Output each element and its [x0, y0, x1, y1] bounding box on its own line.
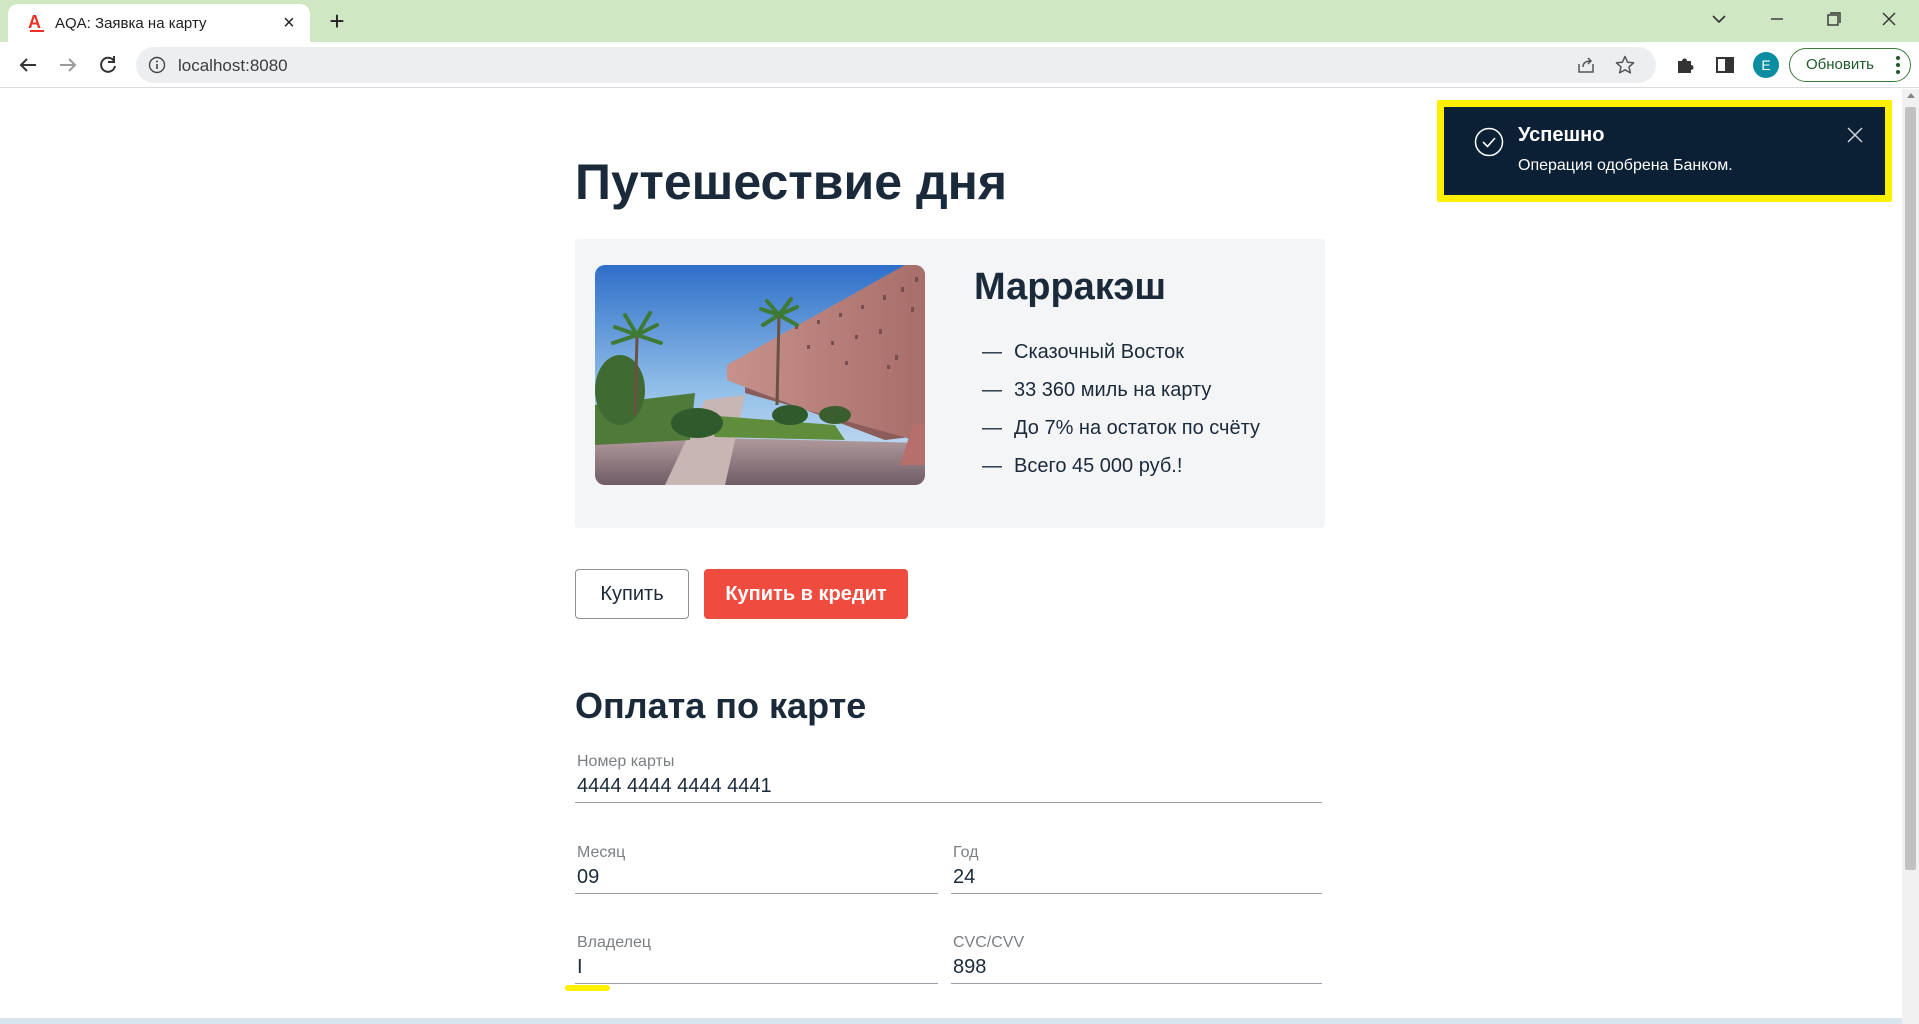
menu-dots-icon[interactable] [1896, 56, 1900, 74]
offer-features-list: — Сказочный Восток —33 360 миль на карту … [982, 340, 1260, 492]
page-scrollbar[interactable] [1902, 89, 1919, 1024]
scroll-up-arrow-icon[interactable] [1907, 93, 1915, 98]
list-item: — Сказочный Восток [982, 341, 1184, 363]
list-item: — До 7% на остаток по счёту [982, 417, 1260, 439]
tab-close-icon[interactable]: × [278, 12, 300, 34]
list-item: — Всего 45 000 руб.! [982, 455, 1183, 477]
forward-arrow-icon[interactable] [54, 51, 82, 79]
window-close-icon[interactable] [1874, 6, 1904, 32]
card-number-field[interactable]: Номер карты 4444 4444 4444 4441 [575, 753, 1322, 803]
share-icon[interactable] [1576, 55, 1596, 75]
tab-title: AQA: Заявка на карту [55, 15, 207, 32]
owner-input[interactable]: I [577, 956, 583, 979]
success-notification: Успешно Операция одобрена Банком. [1444, 107, 1885, 195]
scroll-thumb[interactable] [1905, 107, 1916, 870]
update-label: Обновить [1806, 56, 1874, 73]
month-field[interactable]: Месяц 09 [575, 844, 938, 894]
card-number-label: Номер карты [577, 753, 675, 770]
year-label: Год [953, 844, 979, 861]
card-number-input[interactable]: 4444 4444 4444 4441 [577, 775, 772, 798]
year-input[interactable]: 24 [953, 866, 975, 889]
page-viewport: Путешествие дня Марракэш — Сказочный Вос… [0, 89, 1902, 1024]
minimize-icon[interactable] [1762, 6, 1792, 32]
close-icon[interactable] [1845, 125, 1865, 145]
browser-toolbar: localhost:8080 E Обновить [0, 42, 1919, 88]
browser-tab[interactable]: A AQA: Заявка на карту × [8, 4, 310, 42]
extensions-puzzle-icon[interactable] [1674, 54, 1696, 76]
notification-title: Успешно [1518, 124, 1605, 146]
side-panel-icon[interactable] [1714, 54, 1736, 76]
list-item: —33 360 миль на карту [982, 379, 1212, 401]
offer-card: Марракэш — Сказочный Восток —33 360 миль … [575, 239, 1325, 528]
new-tab-icon[interactable]: + [324, 8, 350, 34]
reload-icon[interactable] [94, 51, 122, 79]
owner-field[interactable]: Владелец I [575, 934, 938, 984]
owner-highlight-mark [565, 985, 610, 991]
month-input[interactable]: 09 [577, 866, 599, 889]
url-text: localhost:8080 [178, 56, 288, 75]
month-label: Месяц [577, 844, 626, 861]
cvc-field[interactable]: CVC/CVV 898 [951, 934, 1322, 984]
buy-credit-button[interactable]: Купить в кредит [704, 569, 908, 619]
site-info-icon[interactable] [148, 56, 166, 74]
bottom-edge [0, 1018, 1902, 1024]
alfa-favicon-icon: A [28, 12, 48, 34]
payment-title: Оплата по карте [575, 685, 867, 726]
back-arrow-icon[interactable] [14, 51, 42, 79]
cvc-input[interactable]: 898 [953, 956, 986, 979]
profile-avatar[interactable]: E [1753, 52, 1779, 78]
buy-button[interactable]: Купить [575, 569, 689, 619]
owner-label: Владелец [577, 934, 652, 951]
offer-city: Марракэш [974, 266, 1166, 308]
page-title: Путешествие дня [575, 154, 1008, 210]
address-bar[interactable]: localhost:8080 [136, 47, 1656, 83]
restore-icon[interactable] [1818, 6, 1848, 32]
marrakech-photo [595, 265, 925, 485]
notification-highlight-frame: Успешно Операция одобрена Банком. [1437, 100, 1892, 202]
year-field[interactable]: Год 24 [951, 844, 1322, 894]
cvc-label: CVC/CVV [953, 934, 1025, 951]
update-button[interactable]: Обновить [1789, 48, 1911, 82]
tab-search-chevron-icon[interactable] [1704, 6, 1734, 32]
notification-message: Операция одобрена Банком. [1518, 157, 1733, 174]
check-circle-icon [1474, 127, 1504, 157]
browser-tab-strip: A AQA: Заявка на карту × + [0, 0, 1919, 42]
bookmark-star-icon[interactable] [1614, 54, 1636, 76]
